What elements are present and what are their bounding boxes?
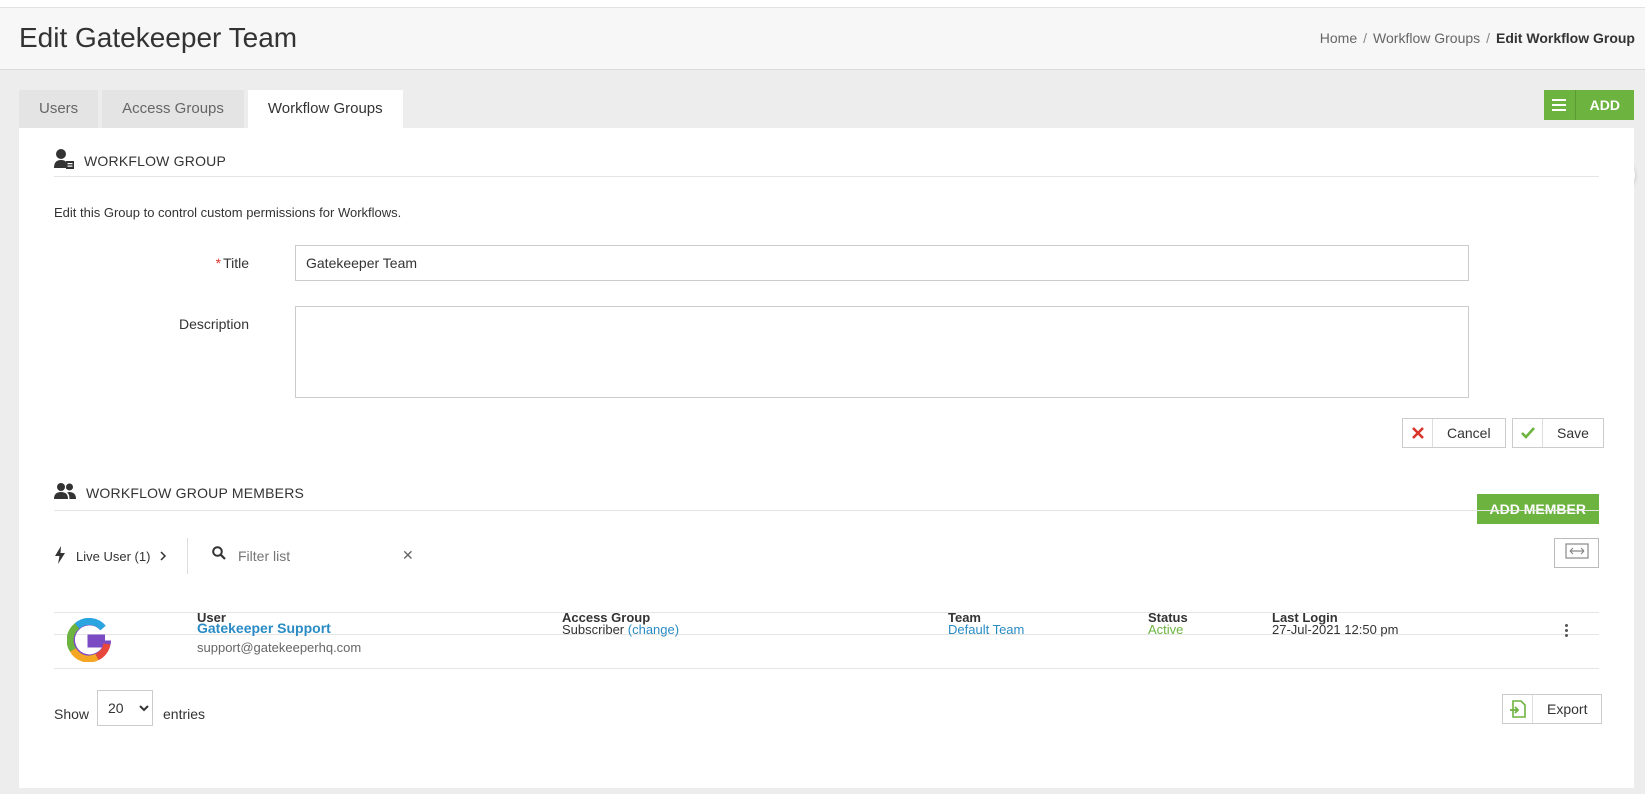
user-email: support@gatekeeperhq.com (197, 640, 362, 655)
avatar (66, 617, 112, 663)
breadcrumb-current: Edit Workflow Group (1496, 30, 1635, 46)
add-button[interactable]: ADD (1543, 90, 1634, 120)
divider (54, 510, 1599, 511)
required-marker: * (215, 255, 222, 271)
description-input[interactable] (295, 306, 1469, 398)
top-strip (0, 0, 1645, 8)
user-card-icon (54, 148, 74, 173)
chevron-right-icon (160, 549, 167, 564)
close-icon (1403, 419, 1433, 447)
status-badge: Active (1148, 622, 1184, 637)
access-group-cell: Subscriber (change) (562, 622, 679, 637)
save-label: Save (1557, 425, 1589, 441)
change-access-group-link[interactable]: (change) (628, 622, 679, 637)
divider (54, 668, 1599, 669)
more-options-icon[interactable] (1565, 624, 1568, 637)
main-panel: WORKFLOW GROUP Edit this Group to contro… (19, 128, 1634, 788)
entries-label: entries (163, 706, 206, 722)
expand-horizontal-icon (1564, 542, 1589, 564)
workflow-group-heading: WORKFLOW GROUP (54, 148, 226, 173)
last-login: 27-Jul-2021 12:50 pm (1272, 622, 1399, 637)
search-icon (212, 546, 226, 565)
section-title: WORKFLOW GROUP MEMBERS (86, 484, 305, 501)
title-label: * Title (215, 255, 249, 271)
live-user-label: Live User (1) (76, 548, 151, 564)
divider (54, 612, 1599, 613)
user-name-link[interactable]: Gatekeeper Support (197, 620, 331, 636)
export-label: Export (1547, 701, 1588, 717)
tab-access-groups[interactable]: Access Groups (102, 90, 244, 128)
lightning-icon (54, 545, 66, 567)
tab-bar: Users Access Groups Workflow Groups (19, 90, 403, 128)
breadcrumb-workflow-groups[interactable]: Workflow Groups (1373, 30, 1480, 46)
access-group-value: Subscriber (562, 622, 625, 637)
show-label: Show (54, 706, 90, 722)
clear-filter-icon[interactable]: ✕ (402, 547, 414, 564)
filter-input[interactable] (238, 547, 388, 564)
divider (54, 176, 1599, 177)
breadcrumb-home[interactable]: Home (1320, 30, 1357, 46)
section-title: WORKFLOW GROUP (84, 152, 227, 169)
team-link[interactable]: Default Team (948, 622, 1024, 637)
add-button-label: ADD (1589, 97, 1620, 113)
save-button[interactable]: Save (1512, 418, 1604, 448)
page-header: Edit Gatekeeper Team Home / Workflow Gro… (0, 8, 1645, 70)
section-description: Edit this Group to control custom permis… (54, 205, 402, 220)
title-input[interactable] (295, 245, 1469, 281)
tab-users[interactable]: Users (19, 90, 99, 128)
live-user-toggle[interactable]: Live User (1) (54, 538, 189, 574)
filter-box: ✕ (212, 546, 414, 565)
cancel-label: Cancel (1447, 425, 1491, 441)
tab-workflow-groups[interactable]: Workflow Groups (247, 90, 403, 128)
export-file-icon (1503, 695, 1533, 723)
breadcrumb-separator: / (1363, 30, 1368, 46)
users-icon (54, 482, 76, 503)
add-member-button[interactable]: ADD MEMBER (1476, 494, 1599, 524)
menu-icon (1544, 90, 1576, 120)
page-title: Edit Gatekeeper Team (19, 22, 298, 53)
cancel-button[interactable]: Cancel (1402, 418, 1506, 448)
members-heading: WORKFLOW GROUP MEMBERS (54, 482, 304, 503)
breadcrumb: Home / Workflow Groups / Edit Workflow G… (1320, 30, 1635, 46)
check-icon (1513, 419, 1543, 447)
expand-width-button[interactable] (1554, 538, 1599, 568)
entries-per-page-select[interactable]: 20 (97, 690, 153, 726)
export-button[interactable]: Export (1502, 694, 1603, 724)
description-label: Description (178, 316, 249, 332)
breadcrumb-separator: / (1486, 30, 1491, 46)
